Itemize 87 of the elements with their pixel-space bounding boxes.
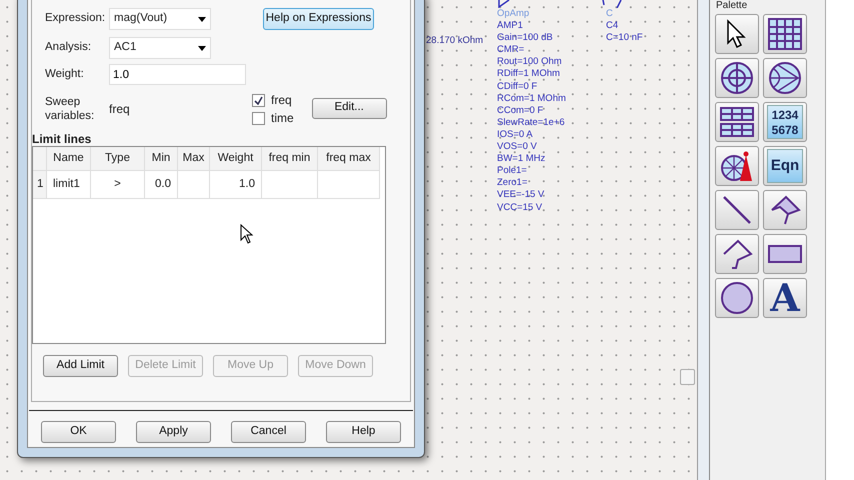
table-cell[interactable] bbox=[178, 171, 210, 199]
field-label: Sweep variables: bbox=[45, 95, 96, 123]
limit-action-button[interactable]: Add Limit bbox=[43, 355, 118, 377]
row-number: 1 bbox=[33, 171, 47, 199]
palette-tool-button[interactable] bbox=[715, 234, 759, 274]
scrollbar-thumb[interactable] bbox=[680, 369, 695, 385]
palette-tool-button[interactable] bbox=[715, 58, 759, 98]
weight-field[interactable]: 1.0 bbox=[109, 64, 246, 85]
component-parameter: CCom=0 F bbox=[497, 104, 544, 117]
column-header[interactable]: Min bbox=[145, 147, 178, 171]
column-header[interactable]: Max bbox=[178, 147, 210, 171]
capacitor-symbol bbox=[601, 0, 623, 8]
palette-tool-button[interactable] bbox=[763, 234, 807, 274]
palette-tool-button[interactable] bbox=[763, 190, 807, 230]
smith-chart-icon bbox=[768, 61, 802, 95]
column-header[interactable]: Weight bbox=[210, 147, 262, 171]
antenna-icon bbox=[720, 149, 754, 183]
dialog-button[interactable]: Help bbox=[326, 421, 401, 443]
checkbox[interactable] bbox=[252, 112, 265, 124]
table-cell[interactable] bbox=[318, 171, 380, 199]
component-parameter: CDiff=0 F bbox=[497, 80, 538, 93]
checkbox-label: time bbox=[271, 110, 294, 127]
table-icon bbox=[720, 106, 754, 138]
palette-tool-button[interactable] bbox=[763, 14, 807, 54]
palette-tool-button[interactable] bbox=[763, 58, 807, 98]
palette-tool-button[interactable] bbox=[715, 14, 759, 54]
opamp-symbol bbox=[497, 0, 511, 8]
component-parameter: VEE=-15 V bbox=[497, 189, 546, 202]
component-parameter: Pole1= bbox=[497, 165, 528, 178]
table-cell[interactable]: 1.0 bbox=[210, 171, 262, 199]
resistor-value: 28.170 kOhm bbox=[426, 35, 484, 48]
sweep-variable-value: freq bbox=[109, 101, 131, 118]
palette-tool-button[interactable] bbox=[715, 146, 759, 186]
table-cell[interactable]: > bbox=[91, 171, 145, 199]
component-parameter: VOS=0 V bbox=[497, 141, 538, 154]
dialog-button[interactable]: Cancel bbox=[231, 421, 306, 443]
component-type: C bbox=[606, 8, 614, 20]
expression-dropdown[interactable]: mag(Vout) bbox=[109, 8, 211, 30]
circle-icon bbox=[721, 282, 753, 314]
dialog-button[interactable]: Apply bbox=[136, 421, 211, 443]
palette-tool-button[interactable] bbox=[715, 278, 759, 318]
table-cell[interactable]: limit1 bbox=[47, 171, 91, 199]
check-icon bbox=[254, 96, 263, 104]
component-name: AMP1 bbox=[497, 20, 524, 32]
analysis-dropdown[interactable]: AC1 bbox=[109, 37, 211, 59]
column-header[interactable]: Name bbox=[47, 147, 91, 171]
component-parameter: VCC=15 V bbox=[497, 202, 544, 214]
column-header[interactable]: freq max bbox=[318, 147, 380, 171]
table-cell[interactable] bbox=[262, 171, 318, 199]
field-label: Expression: bbox=[45, 11, 106, 26]
field-label: Analysis: bbox=[45, 40, 92, 56]
palette-tool-button[interactable] bbox=[715, 190, 759, 230]
help-on-expressions-button[interactable]: Help on Expressions bbox=[263, 8, 374, 30]
component-parameter: SlewRate=1e+6 bbox=[497, 116, 566, 129]
dialog-button[interactable]: OK bbox=[41, 421, 116, 443]
component-parameter: BW=1 MHz bbox=[497, 153, 546, 166]
component-parameter: Zero1= bbox=[497, 177, 528, 190]
grid-icon bbox=[768, 18, 802, 50]
palette-tool-button[interactable]: A bbox=[763, 278, 807, 318]
edit-button[interactable]: Edit... bbox=[312, 98, 387, 118]
component-parameter: Rout=100 Ohm bbox=[497, 56, 563, 68]
field-label: Weight: bbox=[45, 66, 85, 82]
column-header[interactable]: Type bbox=[91, 147, 145, 171]
caret-icon bbox=[198, 16, 206, 22]
rectangle-icon bbox=[768, 245, 802, 263]
component-parameter: IOS=0 A bbox=[497, 128, 534, 142]
palette-tool-button[interactable] bbox=[715, 102, 759, 142]
panel-title: Palette bbox=[715, 0, 748, 12]
splitter-bar[interactable] bbox=[698, 0, 710, 480]
line-icon bbox=[721, 194, 753, 226]
component-parameter: RCom=1 MOhm bbox=[497, 92, 566, 105]
component-parameter: CMR= bbox=[497, 44, 526, 56]
checkbox-label: freq bbox=[271, 92, 292, 109]
checkbox[interactable] bbox=[252, 94, 265, 106]
component-parameter: Gain=100 dB bbox=[497, 32, 554, 44]
column-header[interactable]: freq min bbox=[262, 147, 318, 171]
component-type: OpAmp bbox=[497, 8, 530, 20]
component-parameter: C=10 nF bbox=[606, 32, 643, 44]
component-name: C4 bbox=[606, 20, 620, 32]
component-parameter: RDiff=1 MOhm bbox=[497, 68, 561, 81]
section-title: Limit lines bbox=[32, 132, 92, 146]
caret-icon bbox=[198, 46, 206, 50]
letter-icon: A bbox=[770, 280, 800, 316]
crosshair-icon bbox=[720, 61, 754, 95]
mouse-pointer-icon bbox=[240, 224, 254, 244]
table-cell[interactable]: 0.0 bbox=[145, 171, 178, 199]
pointer-icon bbox=[725, 19, 749, 49]
